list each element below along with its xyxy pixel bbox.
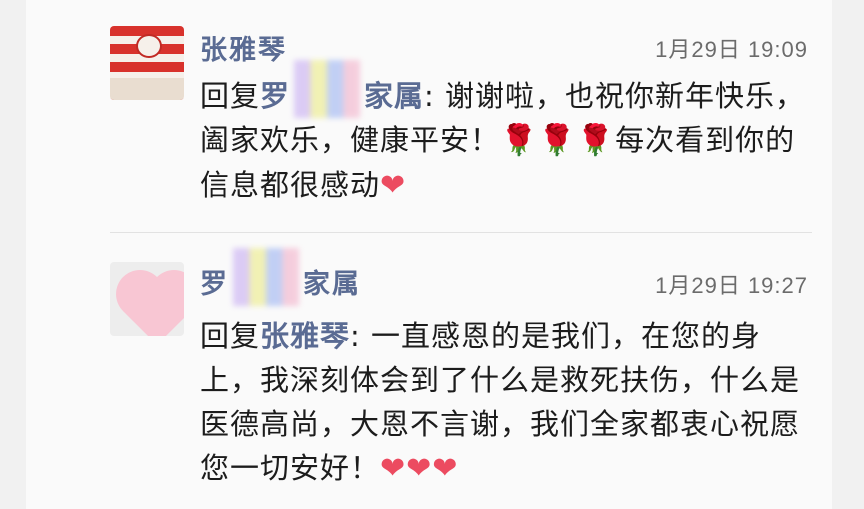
commenter-name[interactable]: 罗家属 [200, 247, 361, 306]
comment-timestamp: 1月29日 19:09 [655, 37, 808, 62]
avatar-base [110, 78, 184, 100]
reply-prefix: 回复 [200, 79, 261, 113]
comment-text[interactable]: 回复张雅琴: 一直感恩的是我们，在您的身上，我深刻体会到了什么是救死扶伤，什么是… [200, 314, 820, 491]
comment-divider [110, 232, 812, 233]
reply-prefix: 回复 [200, 319, 261, 353]
heart-emoji-icon: ❤ [380, 168, 407, 203]
comment-thread: 张雅琴 1月29日 19:09 回复罗 家属: 谢谢啦，也祝你新年快乐，阖家欢乐，… [26, 0, 832, 509]
avatar[interactable] [110, 262, 184, 336]
pink-heart-icon [123, 277, 184, 336]
reply-to-name[interactable]: 罗家属 [260, 60, 424, 118]
reply-to-name[interactable]: 张雅琴 [260, 319, 350, 353]
rose-emoji-icon: 🌹🌹🌹 [500, 123, 616, 158]
commenter-name[interactable]: 张雅琴 [200, 28, 287, 67]
redacted-name-blur [294, 60, 361, 118]
heart-emoji-icon: ❤❤❤ [380, 451, 459, 486]
redacted-name-blur [233, 247, 299, 306]
comment-text[interactable]: 回复罗 家属: 谢谢啦，也祝你新年快乐，阖家欢乐，健康平安！🌹🌹🌹每次看到你的信息… [200, 60, 820, 208]
avatar[interactable] [110, 26, 184, 100]
avatar-face-icon [136, 34, 162, 58]
comment-timestamp: 1月29日 19:27 [655, 273, 808, 298]
